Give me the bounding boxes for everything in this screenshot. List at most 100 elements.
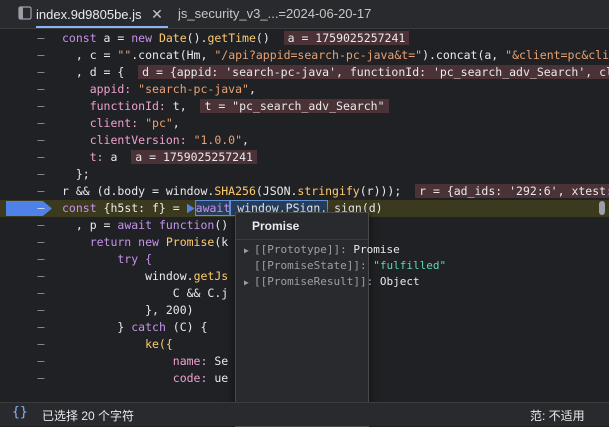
code-token: clientVersion: [62, 133, 194, 147]
tab-index-js[interactable]: index.9d9805be.js ✕ [36, 0, 168, 28]
close-icon[interactable]: ✕ [151, 0, 163, 28]
line-number-placeholder[interactable]: – [36, 285, 46, 302]
code-line[interactable]: – , d = { d = {appid: 'search-pc-java', … [0, 64, 609, 81]
tab-label: js_security_v3_...=2024-06-20-17 [178, 6, 372, 21]
code-line[interactable]: – t: a a = 1759025257241 [0, 149, 609, 166]
code-token: "1.0.0" [193, 133, 243, 147]
code-token: appid: [62, 82, 139, 96]
value-preview-popover: Promise ▶ [[Prototype]]: Promise [[Promis… [235, 212, 446, 427]
code-token: function [158, 218, 215, 232]
line-number-placeholder[interactable]: – [36, 200, 46, 217]
code-token: await [117, 218, 159, 232]
code-token: Date [158, 31, 187, 45]
code-token: C && C.j [62, 286, 229, 300]
code-token: } [62, 320, 132, 334]
code-token: stringify [297, 184, 360, 198]
line-number-placeholder[interactable]: – [36, 302, 46, 319]
line-number-placeholder[interactable]: – [36, 98, 46, 115]
code-token: (r))); [359, 184, 416, 198]
code-token: a [110, 150, 132, 164]
pretty-print-icon[interactable]: {} [12, 405, 28, 420]
code-token: , p = [62, 218, 118, 232]
popover-row-prototype[interactable]: ▶ [[Prototype]]: Promise [244, 242, 400, 258]
code-token: name: [62, 354, 215, 368]
line-number-placeholder[interactable]: – [36, 217, 46, 234]
code-line[interactable]: – client: "pc", [0, 115, 609, 132]
code-token: r && (d.body = window. [62, 184, 215, 198]
popover-row-result[interactable]: ▶ [[PromiseResult]]: Object [244, 274, 420, 290]
code-token: t: [62, 150, 111, 164]
line-number-placeholder[interactable]: – [36, 81, 46, 98]
line-number-placeholder[interactable]: – [36, 251, 46, 268]
code-token: "search-pc-java" [138, 82, 249, 96]
tab-js-security[interactable]: js_security_v3_...=2024-06-20-17 [178, 0, 408, 28]
navigator-toggle-icon[interactable] [18, 5, 32, 21]
code-token: new [131, 31, 159, 45]
code-token: "pc" [145, 116, 173, 130]
code-token: {h5st: f} = [103, 201, 187, 215]
coverage-status: 范: 不适用 [530, 409, 585, 423]
code-text: , d = { d = {appid: 'search-pc-java', fu… [62, 64, 609, 81]
code-line[interactable]: – functionId: t, t = "pc_search_adv_Sear… [0, 98, 609, 115]
code-token: a = [103, 31, 132, 45]
code-text: clientVersion: "1.0.0", [62, 132, 609, 149]
code-token: , [248, 82, 256, 96]
line-number-placeholder[interactable]: – [36, 234, 46, 251]
popover-title: Promise [252, 219, 300, 233]
line-number-placeholder[interactable]: – [36, 115, 46, 132]
line-number-placeholder[interactable]: – [36, 64, 46, 81]
code-token: return new [62, 235, 166, 249]
code-text: , c = "".concat(Hm, "/api?appid=search-p… [62, 47, 609, 64]
active-tab-underline [36, 26, 168, 28]
line-number-placeholder[interactable]: – [36, 353, 46, 370]
code-token: code: [62, 371, 215, 385]
line-number-placeholder[interactable]: – [36, 268, 46, 285]
code-token: ).concat(a, [422, 48, 506, 62]
code-token: () [214, 218, 229, 232]
code-token: ue [214, 371, 229, 385]
execution-pointer-icon [186, 203, 195, 214]
line-number-placeholder[interactable]: – [36, 47, 46, 64]
code-token: const [62, 31, 104, 45]
code-line[interactable]: – clientVersion: "1.0.0", [0, 132, 609, 149]
code-text: appid: "search-pc-java", [62, 81, 609, 98]
code-token: functionId: [62, 99, 173, 113]
code-text: t: a a = 1759025257241 [62, 149, 609, 166]
code-token: catch [131, 320, 173, 334]
code-token: a = 1759025257241 [131, 150, 257, 164]
code-line[interactable]: – const a = new Date().getTime() a = 1759… [0, 30, 609, 47]
code-token: }; [62, 167, 90, 181]
code-token: r = {ad_ids: '292:6', xtest: 'new [415, 184, 609, 198]
code-token: , c = [62, 48, 118, 62]
code-line[interactable]: – }; [0, 166, 609, 183]
line-number-placeholder[interactable]: – [36, 183, 46, 200]
line-number-placeholder[interactable]: – [36, 166, 46, 183]
code-token: (k [214, 235, 229, 249]
tab-label: index.9d9805be.js [36, 7, 142, 22]
code-token: t = "pc_search_adv_Search" [200, 99, 389, 113]
line-number-placeholder[interactable]: – [36, 149, 46, 166]
code-token: await [194, 200, 232, 216]
popover-row-state: [[PromiseState]]: "fulfilled" [254, 259, 447, 272]
selection-status: 已选择 20 个字符 [42, 409, 135, 423]
line-number-placeholder[interactable]: – [36, 319, 46, 336]
code-line[interactable]: – , c = "".concat(Hm, "/api?appid=search… [0, 47, 609, 64]
line-number-placeholder[interactable]: – [36, 30, 46, 47]
line-number-placeholder[interactable]: – [36, 132, 46, 149]
code-text: functionId: t, t = "pc_search_adv_Search… [62, 98, 609, 115]
code-token: , [172, 116, 180, 130]
code-line[interactable]: – r && (d.body = window.SHA256(JSON.strin… [0, 183, 609, 200]
code-token: try { [62, 252, 153, 266]
code-text: client: "pc", [62, 115, 609, 132]
vertical-scroll-thumb[interactable] [599, 201, 605, 215]
expand-triangle-icon[interactable]: ▶ [244, 275, 254, 291]
code-token: (). [186, 31, 208, 45]
code-token: getJs [193, 269, 229, 283]
code-line[interactable]: – appid: "search-pc-java", [0, 81, 609, 98]
line-number-placeholder[interactable]: – [36, 336, 46, 353]
line-number-placeholder[interactable]: – [36, 370, 46, 387]
expand-triangle-icon[interactable]: ▶ [244, 243, 254, 259]
code-token: t, [172, 99, 201, 113]
code-token: "/api?appid=search-pc-java&t=" [214, 48, 423, 62]
code-token: ke({ [62, 337, 173, 351]
